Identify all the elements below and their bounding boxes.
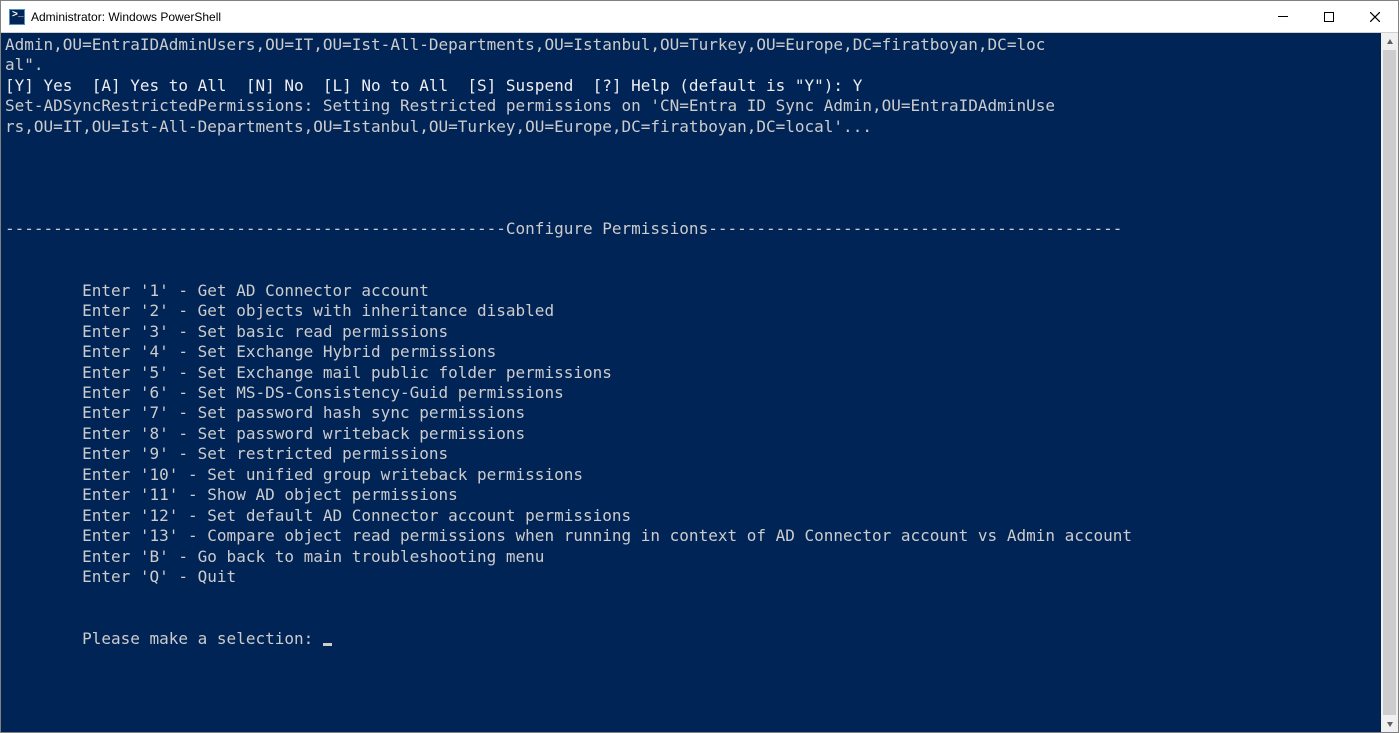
menu-item: Enter '10' - Set unified group writeback…	[5, 465, 583, 484]
menu-item: Enter '11' - Show AD object permissions	[5, 485, 458, 504]
menu-item: Enter 'Q' - Quit	[5, 567, 236, 586]
menu-item: Enter '4' - Set Exchange Hybrid permissi…	[5, 342, 496, 361]
menu-item: Enter 'B' - Go back to main troubleshoot…	[5, 547, 544, 566]
menu-item: Enter '8' - Set password writeback permi…	[5, 424, 525, 443]
cursor	[323, 643, 332, 646]
output-line: rs,OU=IT,OU=Ist-All-Departments,OU=Istan…	[5, 117, 872, 136]
maximize-button[interactable]	[1306, 1, 1352, 32]
scrollbar[interactable]	[1381, 33, 1398, 732]
terminal-output[interactable]: Admin,OU=EntraIDAdminUsers,OU=IT,OU=Ist-…	[1, 33, 1381, 732]
scroll-up-button[interactable]	[1381, 33, 1398, 50]
menu-item: Enter '2' - Get objects with inheritance…	[5, 301, 554, 320]
output-line: al".	[5, 55, 44, 74]
close-button[interactable]	[1352, 1, 1398, 32]
menu-item: Enter '5' - Set Exchange mail public fol…	[5, 363, 612, 382]
menu-item: Enter '13' - Compare object read permiss…	[5, 526, 1132, 545]
scroll-down-button[interactable]	[1381, 715, 1398, 732]
titlebar: Administrator: Windows PowerShell	[1, 1, 1398, 33]
menu-item: Enter '1' - Get AD Connector account	[5, 281, 429, 300]
menu-item: Enter '12' - Set default AD Connector ac…	[5, 506, 631, 525]
menu-item: Enter '3' - Set basic read permissions	[5, 322, 448, 341]
menu-item: Enter '7' - Set password hash sync permi…	[5, 403, 525, 422]
output-line: Admin,OU=EntraIDAdminUsers,OU=IT,OU=Ist-…	[5, 35, 1045, 54]
section-divider: ----------------------------------------…	[5, 219, 1122, 238]
menu-item: Enter '6' - Set MS-DS-Consistency-Guid p…	[5, 383, 564, 402]
confirmation-prompt: [Y] Yes [A] Yes to All [N] No [L] No to …	[5, 76, 862, 95]
selection-prompt: Please make a selection:	[5, 629, 323, 648]
scrollbar-track[interactable]	[1381, 50, 1398, 715]
minimize-button[interactable]	[1260, 1, 1306, 32]
scrollbar-thumb[interactable]	[1383, 50, 1396, 715]
powershell-icon	[9, 9, 25, 25]
window-title: Administrator: Windows PowerShell	[31, 10, 1260, 24]
output-line: Set-ADSyncRestrictedPermissions: Setting…	[5, 96, 1055, 115]
menu-item: Enter '9' - Set restricted permissions	[5, 444, 448, 463]
